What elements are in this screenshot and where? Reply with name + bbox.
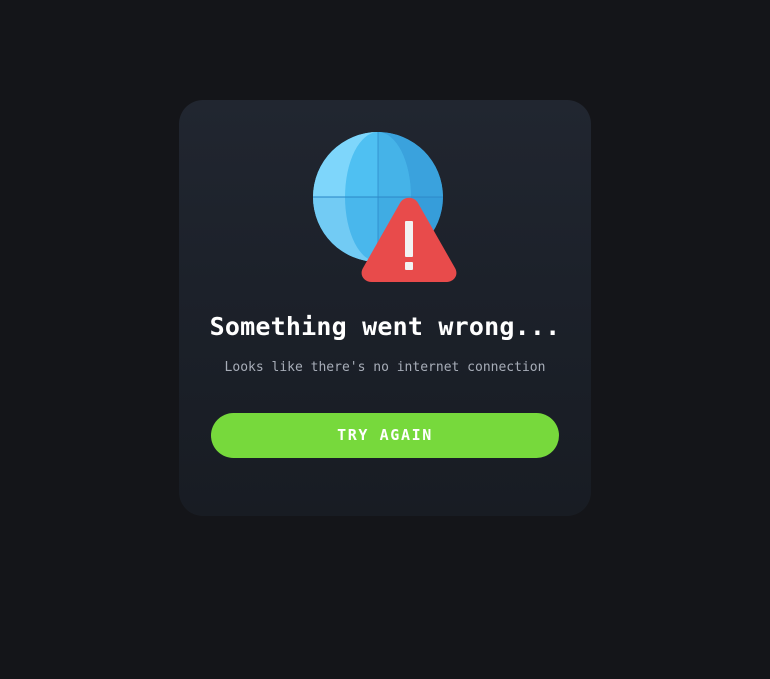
error-title: Something went wrong... — [209, 312, 561, 341]
globe-warning-icon — [313, 132, 457, 282]
error-card: Something went wrong... Looks like there… — [179, 100, 591, 516]
error-message: Looks like there's no internet connectio… — [224, 360, 546, 375]
try-again-button[interactable]: TRY AGAIN — [211, 413, 559, 458]
